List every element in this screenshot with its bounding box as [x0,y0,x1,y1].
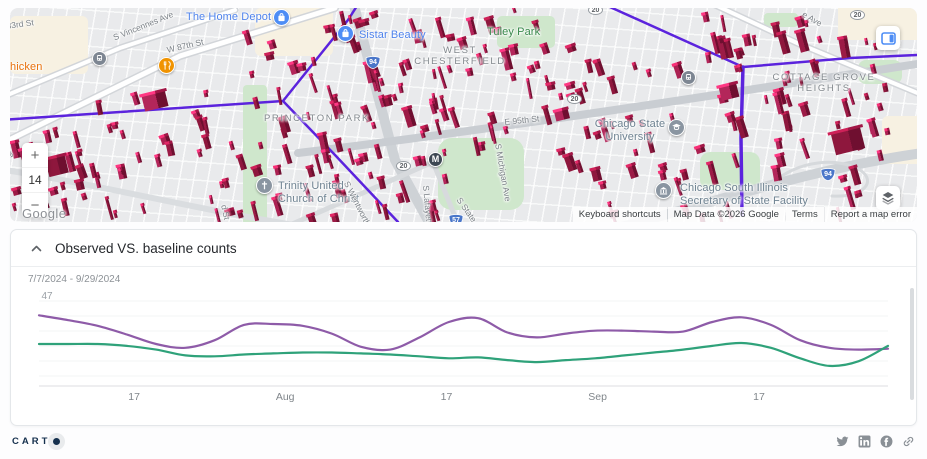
chart-panel-header: Observed VS. baseline counts [11,230,916,266]
interstate-shield-94: 94 [365,55,381,69]
building-extrusion [645,70,652,77]
poi-label[interactable]: Chicago State University [592,118,668,143]
poi-label[interactable]: Sistar Beauty [359,29,439,42]
building-extrusion [74,180,85,191]
transit-station-icon[interactable]: M [428,152,443,167]
svg-text:17: 17 [441,391,453,403]
building-extrusion [841,37,847,45]
interstate-shield-94: 94 [820,167,836,181]
us-route-shield-20: 20 [850,10,865,20]
shopping-poi-icon[interactable] [273,9,290,26]
building-extrusion [835,122,841,129]
us-route-shield-20: 20 [567,94,582,104]
us-route-shield-20: 20 [396,161,411,171]
poi-label[interactable]: Tuley Park [487,26,547,39]
building-extrusion [273,166,282,176]
svg-text:Aug: Aug [276,391,295,403]
report-map-error-link[interactable]: Report a map error [824,207,917,222]
shopping-poi-icon[interactable] [337,25,354,42]
carto-logo-letters: CART [12,435,51,447]
map-canvas[interactable]: Chicken The Home Depot Sistar Beauty Tuley … [10,8,917,222]
neighborhood-label: WEST CHESTERFIELD [414,45,506,67]
zoom-in-button[interactable]: + [22,143,48,167]
building-extrusion [265,52,275,61]
carto-logo[interactable]: CART [12,432,66,450]
building-extrusion [432,70,437,79]
school-poi-icon[interactable] [668,119,685,136]
church-poi-icon[interactable] [256,177,273,194]
svg-text:47: 47 [41,291,53,302]
app-window: Chicken The Home Depot Sistar Beauty Tuley … [0,0,927,459]
building-extrusion [702,13,710,23]
building-extrusion [392,95,398,102]
terms-link[interactable]: Terms [785,207,824,222]
civic-poi-icon[interactable] [655,182,672,199]
building-extrusion [502,127,509,135]
panel-scrollbar-thumb[interactable] [910,288,914,400]
zoom-level-indicator: 14 [22,167,48,193]
chart-date-range: 7/7/2024 - 9/29/2024 [28,274,121,285]
building-extrusion [599,181,608,190]
svg-text:17: 17 [128,391,140,403]
building-extrusion [466,69,474,76]
panel-divider [11,266,916,267]
map-attribution: Keyboard shortcuts Map Data ©2026 Google… [572,207,917,222]
building-extrusion [658,170,667,180]
interstate-shield-57: 57 [448,213,464,222]
building-extrusion [111,123,119,130]
link-icon[interactable] [902,435,915,448]
building-extrusion [11,204,17,211]
split-view-icon [880,31,896,45]
building-extrusion [258,143,264,150]
chevron-up-icon [31,245,41,251]
social-links [836,435,915,448]
building-extrusion [881,84,889,93]
neighborhood-label: PRINCETON PARK [264,113,370,124]
svg-text:17: 17 [753,391,765,403]
collapse-panel-button[interactable] [27,239,45,257]
building-extrusion [864,39,869,46]
building-extrusion [413,156,423,167]
chart-title: Observed VS. baseline counts [55,240,237,256]
map-data-copyright: Map Data ©2026 Google [667,207,785,222]
building-extrusion [864,94,870,100]
linkedin-icon[interactable] [858,435,871,448]
building-extrusion [704,53,712,63]
facebook-icon[interactable] [880,435,893,448]
carto-logo-o-dot [53,437,61,445]
carto-logo-o-badge [48,432,66,450]
poi-label[interactable]: The Home Depot [186,11,272,24]
poi-label[interactable]: Chicago South Illinois Secretary of Stat… [680,182,820,207]
building-extrusion [297,64,306,72]
street-label: d St [219,203,233,221]
restaurant-poi-icon[interactable] [158,57,175,74]
split-view-button[interactable] [876,26,900,50]
transit-station-icon[interactable] [681,70,696,85]
neighborhood-label: COTTAGE GROVE HEIGHTS [772,72,876,94]
building-extrusion [209,196,214,205]
building-extrusion [509,74,517,82]
twitter-icon[interactable] [836,435,849,448]
keyboard-shortcuts-link[interactable]: Keyboard shortcuts [572,207,667,222]
app-footer: CART [0,426,927,456]
google-logo[interactable]: Google [22,206,66,221]
building-extrusion [117,169,123,175]
poi-label[interactable]: Chicken [10,61,54,74]
line-chart[interactable]: 47 17 Aug 17 Sep 17 [11,286,918,411]
transit-station-icon[interactable] [92,51,107,66]
svg-text:Sep: Sep [588,391,607,403]
layers-icon [882,192,894,205]
chart-panel: Observed VS. baseline counts 7/7/2024 - … [10,229,917,426]
